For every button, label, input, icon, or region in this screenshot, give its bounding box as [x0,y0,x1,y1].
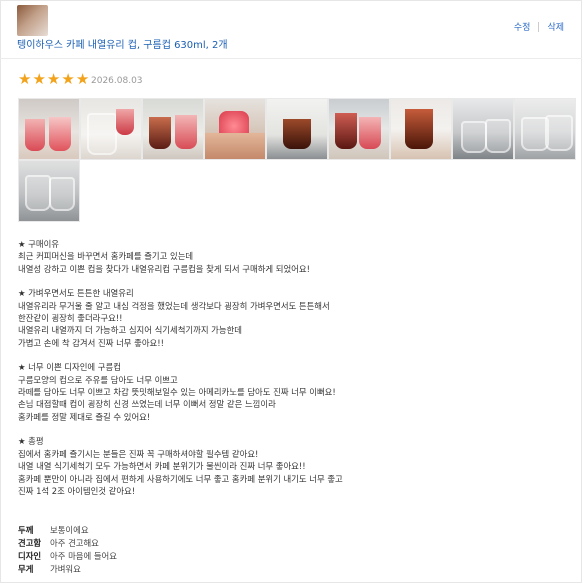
photo-thumbnail[interactable] [142,98,204,160]
review-text: ★ 구매이유최근 커피머신을 바꾸면서 홈카페를 즐기고 있는데 내열성 강하고 … [18,238,568,509]
spec-value: 아주 견고해요 [50,538,99,548]
photo-thumbnail[interactable] [80,98,142,160]
product-title[interactable]: 텡이하우스 카페 내열유리 컵, 구름컵 630ml, 2개 [17,36,228,51]
review-actions: 수정 삭제 [514,20,564,33]
star-icon: ★ [61,70,75,88]
section-heading: ★ 가벼우면서도 튼튼한 내열유리 [18,288,134,299]
review-line: 가볍고 손에 착 감겨서 진짜 너무 좋아요!! [18,337,164,348]
review-specs: 두께 보통이에요견고함 아주 견고해요디자인 아주 마음에 들어요무게 가벼워요 [18,524,117,576]
photo-thumbnail[interactable] [18,160,80,222]
spec-label: 견고함 [18,538,42,548]
star-icon: ★ [46,70,61,88]
review-date: 2026.08.03 [91,76,143,86]
spec-label: 두께 [18,525,34,535]
photo-thumbnail[interactable] [328,98,390,160]
divider [538,21,540,32]
star-rating: ★ ★ ★ ★ ★ [18,72,89,87]
review-line: 손님 대접할때 컵이 굉장히 신경 쓰였는데 너무 이뻐서 정말 같은 느낌이라 [18,399,276,410]
photo-thumbnail[interactable] [18,98,80,160]
review-line: 라떼를 담아도 너무 이쁘고 차갑 뜻밋해보일수 있는 아메리카노를 담아도 진… [18,387,336,398]
review-line: 최근 커피머신을 바꾸면서 홈카페를 즐기고 있는데 [18,251,194,262]
review-line: 내열 내열 식기세척기 모두 가능하면서 카페 분위기가 물씬이라 진짜 너무 … [18,461,306,472]
spec-row: 디자인 아주 마음에 들어요 [18,550,117,563]
review-line: 집에서 홈카페 즐기시는 분들은 진짜 꼭 구매하셔야할 필수템 같아요! [18,448,259,459]
photo-thumbnail[interactable] [452,98,514,160]
photo-thumbnail[interactable] [514,98,576,160]
review-line: 한잔같이 굉장히 좋더라구요!! [18,313,123,324]
spec-value: 아주 마음에 들어요 [50,551,117,561]
spec-label: 무게 [18,564,34,574]
star-icon: ★ [75,70,90,88]
review-line: 내열유리라 무거울 줄 알고 내심 걱정을 했었는데 생각보다 굉장히 가벼우면… [18,300,330,311]
photo-thumbnail[interactable] [390,98,452,160]
spec-row: 견고함 아주 견고해요 [18,537,117,550]
review-paragraph: ★ 구매이유최근 커피머신을 바꾸면서 홈카페를 즐기고 있는데 내열성 강하고 … [18,238,568,275]
spec-row: 두께 보통이에요 [18,524,117,537]
spec-row: 무게 가벼워요 [18,563,117,576]
review-paragraph: ★ 총평 집에서 홈카페 즐기시는 분들은 진짜 꼭 구매하셔야할 필수템 같아요… [18,435,568,497]
review-line: 구름모양의 컵으로 주유를 담아도 너무 이쁘고 [18,374,178,385]
review-line: 진짜 1석 2조 아이템인것 같아요! [18,485,136,496]
spec-value: 가벼워요 [50,564,81,574]
edit-button[interactable]: 수정 [514,20,531,33]
product-thumbnail[interactable] [17,5,48,36]
spec-label: 디자인 [18,551,42,561]
delete-button[interactable]: 삭제 [547,20,564,33]
divider [0,58,582,59]
review-paragraph: ★ 너무 이쁜 디자인에 구름컵 구름모양의 컵으로 주유를 담아도 너무 이쁘고… [18,361,568,423]
section-heading: ★ 총평 [18,436,44,447]
review-paragraph: ★ 가벼우면서도 튼튼한 내열유리 내열유리라 무거울 줄 알고 내심 걱정을 했… [18,287,568,349]
spec-value: 보통이에요 [50,525,89,535]
star-icon: ★ [32,70,46,88]
photo-thumbnail[interactable] [266,98,328,160]
review-line: 내열유리 내열까지 더 가능하고 심지어 식기세척기까지 가능한데 [18,325,243,336]
section-heading: ★ 너무 이쁜 디자인에 구름컵 [18,362,121,373]
star-icon: ★ [18,70,32,88]
photo-thumbnail[interactable] [204,98,266,160]
review-line: 홈카페를 정말 제대로 즐길 수 있어요! [18,411,151,422]
section-heading: ★ 구매이유 [18,239,59,249]
review-line: 내열성 강하고 이쁜 컵을 찾다가 내열유리컵 구름컵을 찾게 되서 구매하게 … [18,263,310,274]
review-line: 홈카페 뿐만이 아니라 집에서 편하게 사용하기에도 너무 좋고 홈카페 분위기… [18,473,343,484]
